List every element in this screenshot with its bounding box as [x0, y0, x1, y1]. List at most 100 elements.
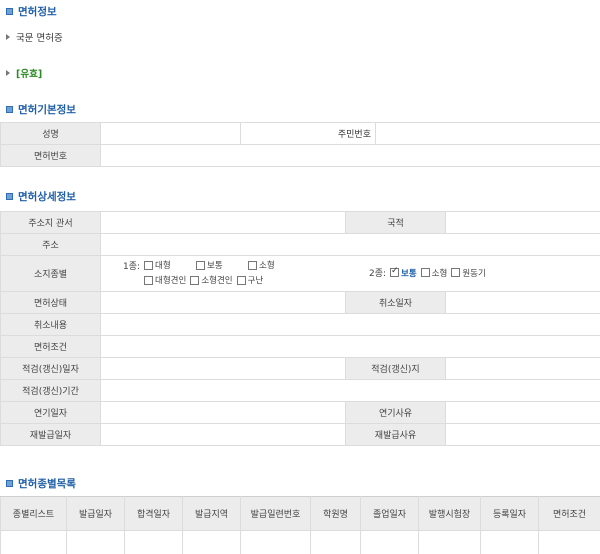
cancel-content-value: [100, 313, 600, 336]
column-header: 발급일련번호: [240, 496, 311, 531]
id-label: 주민번호: [240, 122, 376, 145]
type-list-header: 종별리스트 발급일자 합격일자 발급지역 발급일련번호 학원명 졸업일자 발행시…: [0, 496, 600, 531]
reissue-date-label: 재발급일자: [0, 423, 101, 446]
reissue-reason-label: 재발급사유: [345, 423, 446, 446]
section-title-text: 면허상세정보: [18, 191, 76, 203]
table-cell: [538, 530, 600, 554]
basic-info-table: 성명 주민번호 면허번호: [0, 122, 600, 167]
table-cell: [240, 530, 311, 554]
postpone-reason-value: [445, 401, 600, 424]
license-no-label: 면허번호: [0, 144, 101, 167]
license-kind-text: 국문 면허증: [16, 33, 63, 44]
license-kind-item[interactable]: 국문 면허증: [6, 30, 63, 44]
column-header: 발급지역: [182, 496, 241, 531]
table-row: [0, 530, 600, 554]
checkbox-icon[interactable]: [236, 275, 246, 285]
class1-option[interactable]: 소형견인: [190, 274, 233, 286]
reissue-date-value: [100, 423, 346, 446]
license-status-item: [유효]: [6, 66, 42, 80]
square-bullet-icon: [6, 193, 13, 200]
checkbox-icon[interactable]: [451, 268, 461, 277]
checkbox-icon[interactable]: [190, 275, 200, 285]
state-label: 면허상태: [0, 291, 101, 314]
column-header: 발행시험장: [418, 496, 481, 531]
name-label: 성명: [0, 122, 101, 145]
section-title-text: 면허기본정보: [18, 104, 76, 116]
section-title-license-info: 면허정보: [6, 4, 57, 19]
address-label: 주소: [0, 233, 101, 256]
class2-option-checked[interactable]: 보통: [390, 266, 417, 279]
address-value: [100, 233, 600, 256]
postpone-date-label: 연기일자: [0, 401, 101, 424]
office-label: 주소지 관서: [0, 211, 101, 234]
checkbox-icon[interactable]: [248, 260, 258, 270]
renew-period-label: 적검(갱신)기간: [0, 379, 101, 402]
postpone-date-value: [100, 401, 346, 424]
checkbox-icon[interactable]: [144, 275, 154, 285]
state-value: [100, 291, 346, 314]
type-list-table: 종별리스트 발급일자 합격일자 발급지역 발급일련번호 학원명 졸업일자 발행시…: [0, 496, 600, 554]
id-value: [375, 122, 600, 145]
table-cell: [360, 530, 419, 554]
column-header: 종별리스트: [0, 496, 67, 531]
class1-label: 1종:: [123, 262, 141, 272]
renew-place-label: 적검(갱신)지: [345, 357, 446, 380]
section-title-text: 면허정보: [18, 6, 57, 18]
reissue-reason-value: [445, 423, 600, 446]
class2-option[interactable]: 소형: [420, 267, 447, 279]
square-bullet-icon: [6, 480, 13, 487]
name-value: [100, 122, 241, 145]
nationality-value: [445, 211, 600, 234]
class1-options: 대형 보통 소형 대형견인 소형견인 구난: [144, 259, 304, 286]
column-header: 졸업일자: [360, 496, 419, 531]
nationality-label: 국적: [345, 211, 446, 234]
class1-option[interactable]: 대형견인: [144, 274, 186, 286]
column-header: 발급일자: [66, 496, 125, 531]
class1-option[interactable]: 구난: [236, 274, 263, 286]
section-title-text: 면허종별목록: [18, 478, 76, 490]
checkbox-icon[interactable]: [420, 268, 430, 277]
table-cell: [310, 530, 361, 554]
class1-group: 1종: 대형 보통 소형 대형견인 소형견인 구난: [123, 259, 304, 286]
class2-option[interactable]: 원동기: [451, 267, 486, 279]
checkbox-icon[interactable]: [196, 260, 206, 270]
class-label: 소지종별: [0, 255, 101, 292]
class1-option[interactable]: 대형: [144, 259, 192, 271]
class1-option[interactable]: 보통: [196, 259, 244, 271]
square-bullet-icon: [6, 8, 13, 15]
condition-label: 면허조건: [0, 335, 101, 358]
table-cell: [0, 530, 67, 554]
class-value: 1종: 대형 보통 소형 대형견인 소형견인 구난 2종: 보통 소형 원동기: [100, 255, 600, 292]
class2-label: 2종:: [369, 269, 387, 279]
cancel-date-value: [445, 291, 600, 314]
condition-value: [100, 335, 600, 358]
checkbox-icon[interactable]: [144, 260, 154, 270]
column-header: 학원명: [310, 496, 361, 531]
section-title-detail-info: 면허상세정보: [6, 189, 76, 204]
license-no-value: [100, 144, 600, 167]
checkbox-checked-icon[interactable]: [390, 266, 400, 277]
table-cell: [480, 530, 539, 554]
triangle-bullet-icon: [6, 34, 10, 40]
table-cell: [66, 530, 125, 554]
section-title-basic-info: 면허기본정보: [6, 102, 76, 117]
renew-period-value: [100, 379, 600, 402]
triangle-bullet-icon: [6, 70, 10, 76]
square-bullet-icon: [6, 106, 13, 113]
table-cell: [418, 530, 481, 554]
column-header: 면허조건: [538, 496, 600, 531]
office-value: [100, 211, 346, 234]
detail-info-table: 주소지 관서 국적 주소 소지종별 1종: 대형 보통 소형 대형견인 소형견인…: [0, 211, 600, 446]
cancel-date-label: 취소일자: [345, 291, 446, 314]
table-cell: [182, 530, 241, 554]
license-status-text: [유효]: [16, 69, 43, 80]
column-header: 합격일자: [124, 496, 183, 531]
renew-place-value: [445, 357, 600, 380]
cancel-content-label: 취소내용: [0, 313, 101, 336]
renew-date-value: [100, 357, 346, 380]
table-cell: [124, 530, 183, 554]
postpone-reason-label: 연기사유: [345, 401, 446, 424]
class1-option[interactable]: 소형: [248, 259, 296, 271]
renew-date-label: 적검(갱신)일자: [0, 357, 101, 380]
class2-group: 2종: 보통 소형 원동기: [369, 266, 490, 279]
